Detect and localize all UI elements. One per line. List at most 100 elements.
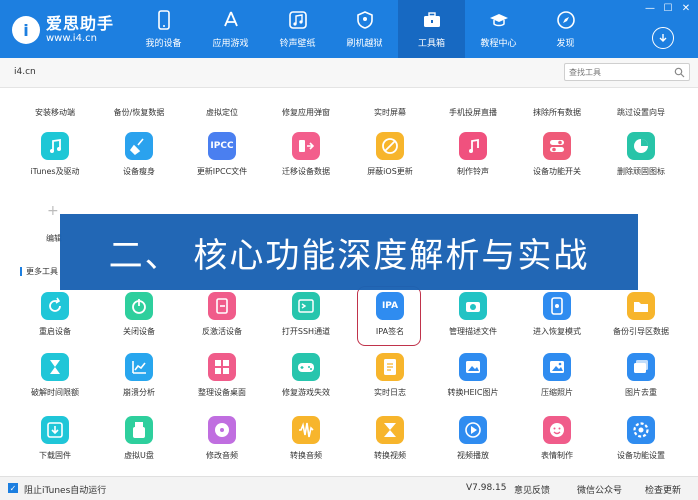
tool-download-box[interactable]: 下载固件 [13, 416, 97, 472]
usb-icon [125, 416, 153, 444]
audio-icon [208, 416, 236, 444]
tool-label-partial[interactable]: 抹除所有数据 [527, 107, 587, 118]
nav-item-shield[interactable]: 刷机越狱 [331, 0, 398, 58]
minimize-button[interactable]: — [644, 3, 656, 15]
gamepad-icon [292, 353, 320, 381]
power-icon [125, 292, 153, 320]
tool-label: 设备功能设置 [617, 451, 665, 460]
tool-play[interactable]: 视频播放 [431, 416, 515, 472]
tool-label-partial[interactable]: 跳过设置向导 [611, 107, 671, 118]
nav-item-graduation-cap[interactable]: 教程中心 [465, 0, 532, 58]
video-icon [376, 416, 404, 444]
tool-camera[interactable]: 管理描述文件 [431, 292, 515, 348]
tool-photo[interactable]: 压缩照片 [515, 353, 599, 409]
toggle-icon [543, 132, 571, 160]
nav-item-toolbox[interactable]: 工具箱 [398, 0, 465, 58]
folder-icon [627, 292, 655, 320]
camera-icon [459, 292, 487, 320]
logo-mark-icon: i [12, 16, 40, 44]
tool-hourglass[interactable]: 破解时间限额 [13, 353, 97, 409]
hourglass-icon [41, 353, 69, 381]
tool-label: 转换HEIC图片 [447, 388, 499, 397]
wechat-link[interactable]: 微信公众号 [577, 483, 622, 496]
tool-recovery[interactable]: 进入恢复模式 [515, 292, 599, 348]
tool-ipcc[interactable]: IPCC 更新IPCC文件 [180, 132, 264, 188]
tool-image-dedupe[interactable]: 图片去重 [599, 353, 683, 409]
tool-label: 设备功能开关 [533, 167, 581, 176]
tool-label: 视频播放 [457, 451, 489, 460]
nav-item-compass[interactable]: 发现 [532, 0, 599, 58]
tool-folder[interactable]: 备份引导区数据 [599, 292, 683, 348]
feedback-link[interactable]: 意见反馈 [514, 483, 550, 496]
tool-grid[interactable]: 整理设备桌面 [180, 353, 264, 409]
nav-label: 应用游戏 [212, 38, 249, 49]
tool-label-partial[interactable]: 备份/恢复数据 [109, 107, 169, 118]
app-name: 爱思助手 [46, 14, 115, 33]
tool-label: 修复游戏失效 [282, 388, 330, 397]
tool-bell-music[interactable]: 制作铃声 [431, 132, 515, 188]
tool-label: 屏蔽iOS更新 [367, 167, 413, 176]
itunes-checkbox-label[interactable]: 阻止iTunes自动运行 [24, 483, 106, 496]
tool-transfer[interactable]: 迁移设备数据 [264, 132, 348, 188]
app-store-icon [221, 10, 241, 30]
tool-settings[interactable]: 设备功能设置 [599, 416, 683, 472]
download-button[interactable] [652, 27, 674, 49]
search-input[interactable] [569, 67, 669, 77]
tool-waveform[interactable]: 转换音频 [264, 416, 348, 472]
chart-icon [125, 353, 153, 381]
edit-plus-icon[interactable]: + [47, 203, 59, 219]
tool-usb[interactable]: 虚拟U盘 [97, 416, 181, 472]
tool-image-convert[interactable]: 转换HEIC图片 [431, 353, 515, 409]
search-icon[interactable] [674, 67, 685, 78]
tool-pie[interactable]: 删除顽固图标 [599, 132, 683, 188]
tool-label-partial[interactable]: 手机投屏直播 [443, 107, 503, 118]
nav-label: 刷机越狱 [346, 38, 383, 49]
check-update-link[interactable]: 检查更新 [645, 483, 681, 496]
site-tab[interactable]: i4.cn [14, 67, 36, 77]
tool-label: 整理设备桌面 [198, 388, 246, 397]
tool-icon-text: IPCC [210, 141, 234, 151]
nav-item-phone[interactable]: 我的设备 [130, 0, 197, 58]
close-button[interactable]: ✕ [680, 3, 692, 15]
tool-restart[interactable]: 重启设备 [13, 292, 97, 348]
status-bar: ✓ 阻止iTunes自动运行 V7.98.15 意见反馈 微信公众号 检查更新 [0, 476, 698, 500]
search-box[interactable] [564, 63, 690, 81]
nav-item-app-store[interactable]: 应用游戏 [197, 0, 264, 58]
tool-label: 打开SSH通道 [281, 327, 331, 336]
tool-emoji[interactable]: 表情制作 [515, 416, 599, 472]
music-note-icon [41, 132, 69, 160]
tool-audio[interactable]: 修改音频 [180, 416, 264, 472]
tool-label: 转换视频 [374, 451, 406, 460]
tool-power[interactable]: 关闭设备 [97, 292, 181, 348]
bell-music-icon [459, 132, 487, 160]
ipcc-icon: IPCC [208, 132, 236, 160]
grid-icon [208, 353, 236, 381]
tool-toggle[interactable]: 设备功能开关 [515, 132, 599, 188]
tool-gamepad[interactable]: 修复游戏失效 [264, 353, 348, 409]
graduation-cap-icon [489, 10, 509, 30]
top-bar: i 爱思助手 www.i4.cn 我的设备 应用游戏 铃声壁纸 刷机越狱 工具箱 教程中心… [0, 0, 698, 58]
tool-video[interactable]: 转换视频 [348, 416, 432, 472]
main-nav: 我的设备 应用游戏 铃声壁纸 刷机越狱 工具箱 教程中心 发现 [130, 0, 599, 58]
app-url: www.i4.cn [46, 33, 97, 44]
photo-icon [543, 353, 571, 381]
tool-chart[interactable]: 崩溃分析 [97, 353, 181, 409]
tool-label-partial[interactable]: 虚拟定位 [192, 107, 252, 118]
tool-label-partial[interactable]: 安装移动端 [25, 107, 85, 118]
tool-log[interactable]: 实时日志 [348, 353, 432, 409]
section-title-text: 更多工具 [26, 267, 58, 276]
itunes-checkbox[interactable]: ✓ [8, 483, 18, 493]
tool-deactivate[interactable]: 反激活设备 [180, 292, 264, 348]
maximize-button[interactable]: ☐ [662, 3, 674, 15]
tool-label-partial[interactable]: 修复应用弹窗 [276, 107, 336, 118]
tool-label-partial[interactable]: 实时屏幕 [360, 107, 420, 118]
tool-ssh[interactable]: 打开SSH通道 [264, 292, 348, 348]
arrow-down-icon [659, 34, 667, 42]
nav-item-music[interactable]: 铃声壁纸 [264, 0, 331, 58]
log-icon [376, 353, 404, 381]
tool-broom[interactable]: 设备瘦身 [97, 132, 181, 188]
tool-music-note[interactable]: iTunes及驱动 [13, 132, 97, 188]
tool-block-update[interactable]: 屏蔽iOS更新 [348, 132, 432, 188]
pie-icon [627, 132, 655, 160]
app-logo: i 爱思助手 www.i4.cn [12, 10, 132, 50]
